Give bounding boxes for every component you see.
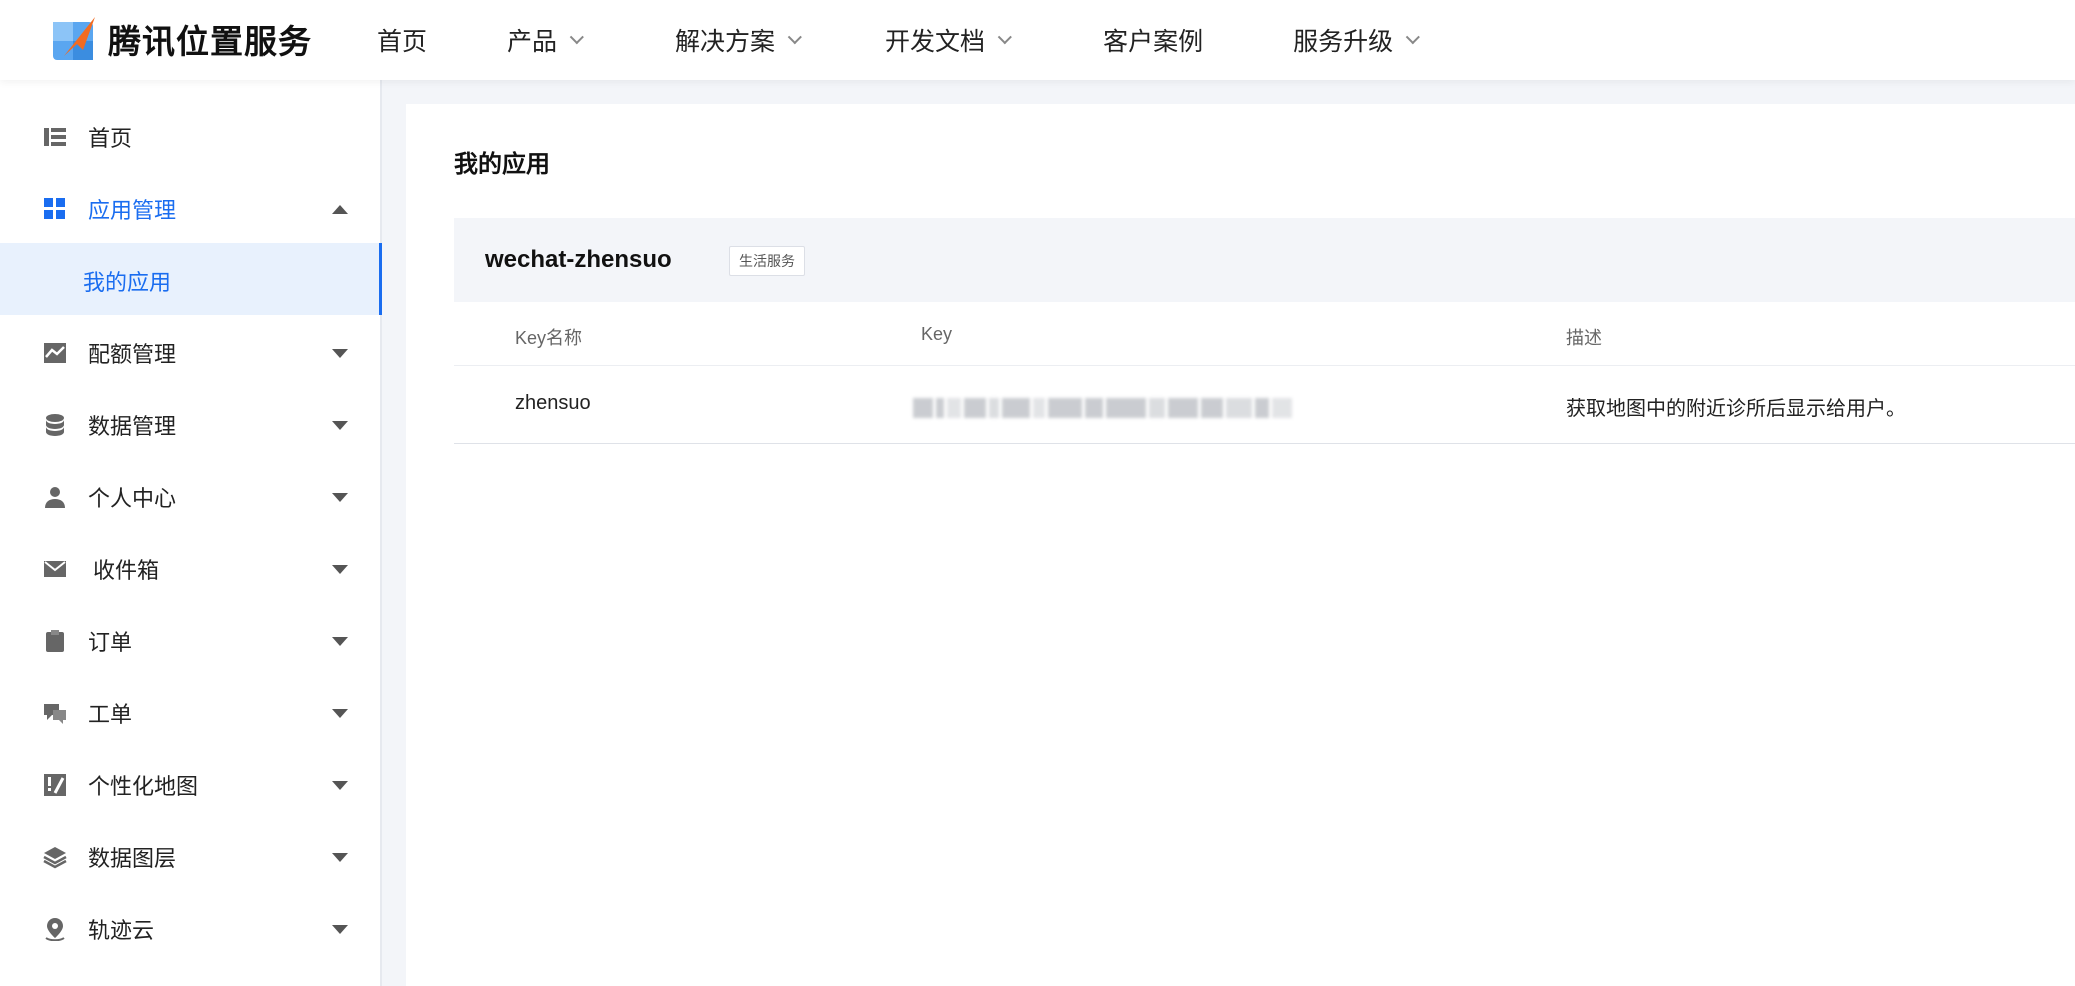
key-name-cell: zhensuo xyxy=(515,392,591,414)
grid-icon xyxy=(44,198,65,219)
nav-products[interactable]: 产品 xyxy=(507,22,584,58)
chat-icon xyxy=(44,704,66,724)
caret-up-icon xyxy=(332,204,348,214)
brand-logo[interactable]: 腾讯位置服务 xyxy=(50,14,312,64)
caret-down-icon xyxy=(332,348,348,358)
sidebar-item-label: 个人中心 xyxy=(88,486,177,511)
app-name: wechat-zhensuo xyxy=(485,246,672,273)
custom-map-icon xyxy=(44,774,66,796)
layers-icon xyxy=(43,847,67,869)
sidebar-item-track-cloud[interactable]: 轨迹云 xyxy=(0,893,380,965)
page-title: 我的应用 xyxy=(454,151,550,178)
sidebar-item-label: 个性化地图 xyxy=(88,774,199,799)
column-header-key: Key xyxy=(921,324,953,344)
chevron-down-icon xyxy=(997,30,1012,45)
chart-icon xyxy=(44,343,66,363)
sidebar-item-label: 首页 xyxy=(88,126,133,151)
nav-upgrade[interactable]: 服务升级 xyxy=(1293,22,1420,58)
caret-down-icon xyxy=(332,924,348,934)
app-category-tag: 生活服务 xyxy=(729,246,805,276)
sidebar-item-profile[interactable]: 个人中心 xyxy=(0,461,380,533)
caret-down-icon xyxy=(332,708,348,718)
nav-solutions[interactable]: 解决方案 xyxy=(675,22,802,58)
nav-cases-label: 客户案例 xyxy=(1103,28,1204,56)
key-table-header: Key名称 Key 描述 xyxy=(454,302,2075,366)
sidebar-item-data-layers[interactable]: 数据图层 xyxy=(0,821,380,893)
clipboard-icon xyxy=(46,630,64,652)
sidebar-item-home[interactable]: 首页 xyxy=(0,101,380,173)
sidebar: 首页 应用管理 我的应用 配额管理 数据管理 个人中心 收件箱 订单 工单 个性… xyxy=(0,80,382,986)
main-nav: 首页 产品 解决方案 开发文档 客户案例 服务升级 xyxy=(377,0,1420,80)
nav-solutions-label: 解决方案 xyxy=(675,28,776,56)
main-content: 我的应用 wechat-zhensuo 生活服务 Key名称 Key 描述 zh… xyxy=(406,104,2075,986)
user-icon xyxy=(45,487,65,508)
nav-home-label: 首页 xyxy=(377,28,428,56)
sidebar-item-orders[interactable]: 订单 xyxy=(0,605,380,677)
column-header-description: 描述 xyxy=(1566,328,1602,348)
caret-down-icon xyxy=(332,780,348,790)
table-row: zhensuo 获取地图中的附近诊所后显示给用户。 xyxy=(454,366,2075,444)
chevron-down-icon xyxy=(569,30,584,45)
database-icon xyxy=(46,414,64,436)
sidebar-subitem-my-apps[interactable]: 我的应用 xyxy=(0,243,382,315)
nav-upgrade-label: 服务升级 xyxy=(1293,28,1394,56)
caret-down-icon xyxy=(332,420,348,430)
caret-down-icon xyxy=(332,636,348,646)
sidebar-item-inbox[interactable]: 收件箱 xyxy=(0,533,380,605)
sidebar-item-label: 收件箱 xyxy=(93,558,160,583)
sidebar-item-label: 订单 xyxy=(88,630,133,655)
sidebar-item-label: 应用管理 xyxy=(88,198,177,223)
sidebar-item-label: 轨迹云 xyxy=(88,918,155,943)
top-navigation-bar: 腾讯位置服务 首页 产品 解决方案 开发文档 客户案例 服务升级 xyxy=(0,0,2075,80)
nav-home[interactable]: 首页 xyxy=(377,22,427,58)
nav-docs-label: 开发文档 xyxy=(885,28,986,56)
column-header-key-name: Key名称 xyxy=(515,328,583,348)
nav-docs[interactable]: 开发文档 xyxy=(885,22,1012,58)
app-card-header: wechat-zhensuo 生活服务 xyxy=(454,218,2075,302)
sidebar-item-label: 配额管理 xyxy=(88,342,177,367)
location-pin-icon xyxy=(45,918,65,941)
sidebar-item-app-management[interactable]: 应用管理 xyxy=(0,173,380,245)
sidebar-item-custom-map[interactable]: 个性化地图 xyxy=(0,749,380,821)
list-icon xyxy=(44,128,66,146)
description-cell: 获取地图中的附近诊所后显示给用户。 xyxy=(1566,398,1906,420)
nav-cases[interactable]: 客户案例 xyxy=(1103,22,1203,58)
sidebar-item-tickets[interactable]: 工单 xyxy=(0,677,380,749)
nav-products-label: 产品 xyxy=(507,28,558,56)
chevron-down-icon xyxy=(787,30,802,45)
caret-down-icon xyxy=(332,492,348,502)
brand-name: 腾讯位置服务 xyxy=(108,23,312,60)
chevron-down-icon xyxy=(1405,30,1420,45)
sidebar-item-data[interactable]: 数据管理 xyxy=(0,389,380,461)
sidebar-item-label: 工单 xyxy=(88,702,133,727)
sidebar-subitem-label: 我的应用 xyxy=(83,270,172,295)
mail-icon xyxy=(44,561,66,577)
sidebar-item-label: 数据管理 xyxy=(88,414,177,439)
sidebar-item-label: 数据图层 xyxy=(88,846,177,871)
caret-down-icon xyxy=(332,564,348,574)
caret-down-icon xyxy=(332,852,348,862)
sidebar-item-quota[interactable]: 配额管理 xyxy=(0,317,380,389)
key-value-blurred xyxy=(913,396,1373,420)
logo-icon xyxy=(50,14,100,64)
